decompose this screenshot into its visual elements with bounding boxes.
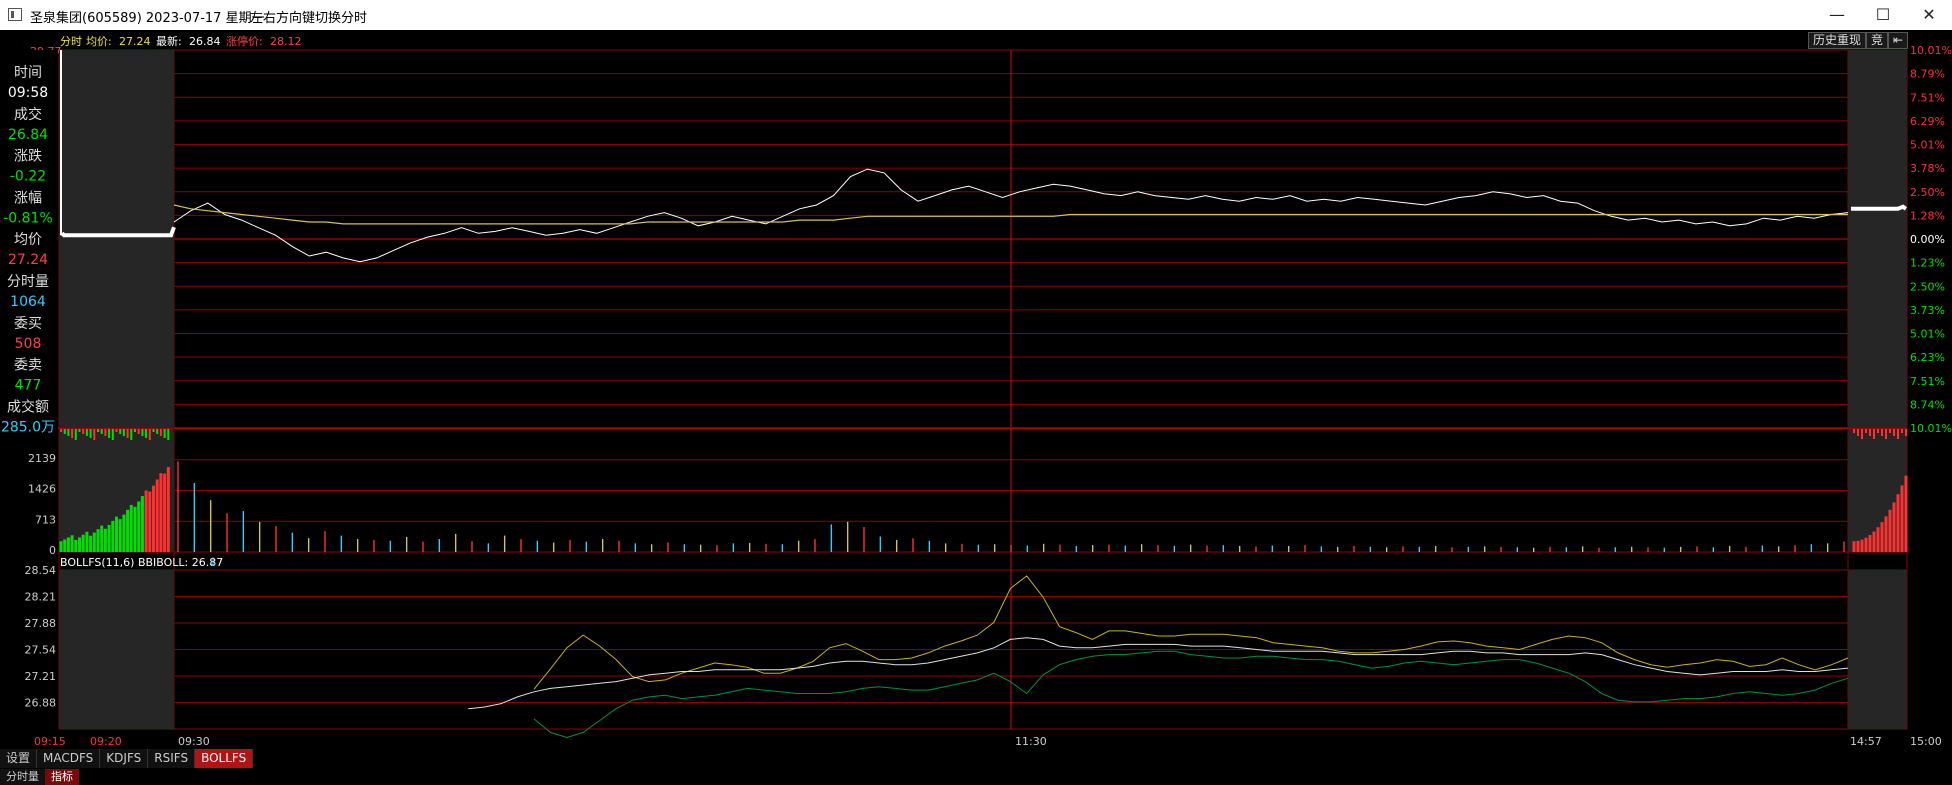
tab-indicator[interactable]: 指标 bbox=[45, 769, 79, 785]
pct-axis-label: 3.78% bbox=[1910, 162, 1945, 175]
pct-axis-label: 8.79% bbox=[1910, 68, 1945, 81]
header-label: 26.84 bbox=[189, 35, 221, 48]
indicator-axis-label: 26.88 bbox=[25, 697, 57, 710]
info-value: 09:58 bbox=[8, 85, 48, 101]
tab-minute-volume[interactable]: 分时量 bbox=[0, 769, 45, 785]
info-value: 26.84 bbox=[8, 127, 48, 143]
header-label: 均价: bbox=[86, 35, 112, 48]
info-value: -0.22 bbox=[10, 169, 46, 185]
maximize-button[interactable]: ☐ bbox=[1860, 0, 1906, 30]
time-axis-label: 09:20 bbox=[90, 735, 122, 748]
pct-axis-label: 7.51% bbox=[1910, 375, 1945, 388]
price-panel bbox=[60, 50, 1908, 263]
pct-axis-label: 0.00% bbox=[1910, 233, 1945, 246]
history-replay-button[interactable]: 历史重现 bbox=[1808, 32, 1867, 49]
info-label: 成交 bbox=[14, 106, 42, 123]
time-axis-label: 11:30 bbox=[1015, 735, 1047, 748]
info-label: 涨跌 bbox=[14, 149, 42, 165]
pct-axis-label: 2.50% bbox=[1910, 186, 1945, 199]
time-axis-label: 09:15 bbox=[34, 735, 66, 748]
auction-button[interactable]: 竞 bbox=[1866, 32, 1889, 49]
volume-axis-label: 0 bbox=[49, 544, 56, 557]
info-value: 27.24 bbox=[8, 252, 48, 268]
pct-axis-label: 10.01% bbox=[1910, 44, 1952, 57]
header-label: 27.24 bbox=[119, 35, 151, 48]
title-bar: 圣泉集团(605589) 2023-07-17 星期一 左右方向键切换分时 — … bbox=[0, 0, 1952, 30]
pct-axis-label: 8.74% bbox=[1910, 398, 1945, 411]
replay-controls: 历史重现 竞 ⇤ bbox=[1808, 32, 1909, 49]
header-label: 最新: bbox=[156, 34, 182, 48]
intraday-chart[interactable]: 分时均价:27.24最新:26.84涨停价:28.1229.7710.01%8.… bbox=[0, 30, 1952, 785]
volume-axis-label: 1426 bbox=[28, 483, 56, 496]
volume-axis-label: 2139 bbox=[28, 452, 56, 465]
indicator-axis-label: 27.21 bbox=[25, 670, 57, 683]
pct-axis-label: 3.73% bbox=[1910, 304, 1945, 317]
indicator-axis-label: 27.54 bbox=[25, 644, 57, 657]
chart-labels: 分时均价:27.24最新:26.84涨停价:28.1229.7710.01%8.… bbox=[25, 34, 1952, 748]
info-panel: 时间 09:58 成交 26.84 涨跌 -0.22 涨幅 -0.81% 均价 27.24 分时量 1… bbox=[0, 50, 58, 442]
time-axis-label: 14:57 bbox=[1850, 735, 1882, 748]
close-button[interactable]: ✕ bbox=[1906, 0, 1952, 30]
indicator-axis-label: 27.88 bbox=[25, 617, 57, 630]
indicator-arrow: ↓ bbox=[208, 555, 218, 569]
info-value: 1064 bbox=[10, 294, 46, 310]
boll-lower-line bbox=[533, 650, 1849, 739]
boll-mid-line bbox=[468, 637, 1849, 710]
pct-axis-label: 5.01% bbox=[1910, 139, 1945, 152]
auction-shading bbox=[59, 50, 1907, 729]
info-label: 分时量 bbox=[7, 274, 49, 290]
header-label: 涨停价: bbox=[226, 34, 263, 48]
boll-upper-line bbox=[533, 575, 1849, 690]
indicator-axis-label: 28.21 bbox=[25, 591, 57, 604]
info-label: 涨幅 bbox=[14, 190, 42, 206]
indicator-tabs: 设置 MACDFS KDJFS RSIFS BOLLFS bbox=[0, 749, 254, 768]
tab-bollfs[interactable]: BOLLFS bbox=[195, 749, 254, 768]
info-value: 477 bbox=[15, 378, 42, 394]
auction-shade bbox=[59, 570, 174, 729]
post-auction-line bbox=[1851, 204, 1908, 211]
indicator-title: BOLLFS(11,6) BBIBOLL: 26.87 bbox=[60, 556, 223, 569]
chart-grid bbox=[0, 49, 1908, 730]
info-value: -0.81% bbox=[3, 210, 53, 226]
minimize-button[interactable]: — bbox=[1814, 0, 1860, 30]
auction-shade bbox=[59, 50, 174, 428]
pct-axis-label: 7.51% bbox=[1910, 91, 1945, 104]
tab-rsifs[interactable]: RSIFS bbox=[148, 749, 196, 768]
header-label: 28.12 bbox=[270, 35, 302, 48]
auction-shade bbox=[1848, 50, 1907, 428]
pct-axis-label: 2.50% bbox=[1910, 280, 1945, 293]
bottom-tabs: 分时量 指标 bbox=[0, 769, 79, 785]
tab-kdjfs[interactable]: KDJFS bbox=[100, 749, 149, 768]
back-icon[interactable]: ⇤ bbox=[1888, 32, 1909, 49]
info-label: 均价 bbox=[14, 232, 42, 248]
indicator-axis-label: 28.54 bbox=[25, 564, 57, 577]
header-label: 分时 bbox=[60, 35, 82, 48]
info-label: 委买 bbox=[14, 316, 42, 332]
volume-axis-label: 713 bbox=[35, 513, 56, 526]
pct-axis-label: 1.23% bbox=[1910, 257, 1945, 270]
info-value: 285.0万 bbox=[1, 419, 55, 435]
info-value: 508 bbox=[15, 336, 42, 352]
keyboard-hint: 左右方向键切换分时 bbox=[250, 11, 368, 26]
info-label: 委卖 bbox=[14, 358, 42, 374]
pct-axis-label: 5.01% bbox=[1910, 328, 1945, 341]
pct-axis-label: 6.23% bbox=[1910, 351, 1945, 364]
info-label: 成交额 bbox=[7, 398, 49, 415]
info-label: 时间 bbox=[14, 65, 42, 81]
pct-axis-label: 6.29% bbox=[1910, 115, 1945, 128]
app-icon bbox=[8, 8, 22, 21]
indicator-panel bbox=[468, 575, 1849, 739]
tab-settings[interactable]: 设置 bbox=[0, 749, 38, 768]
pct-axis-label: 1.28% bbox=[1910, 209, 1945, 222]
tab-macdfs[interactable]: MACDFS bbox=[37, 749, 101, 768]
window-title: 圣泉集团(605589) 2023-07-17 星期一 bbox=[30, 11, 265, 26]
time-axis-label: 09:30 bbox=[178, 735, 210, 748]
auction-shade bbox=[1848, 570, 1907, 729]
time-axis-label: 15:00 bbox=[1910, 735, 1942, 748]
pct-axis-label: 10.01% bbox=[1910, 422, 1952, 435]
